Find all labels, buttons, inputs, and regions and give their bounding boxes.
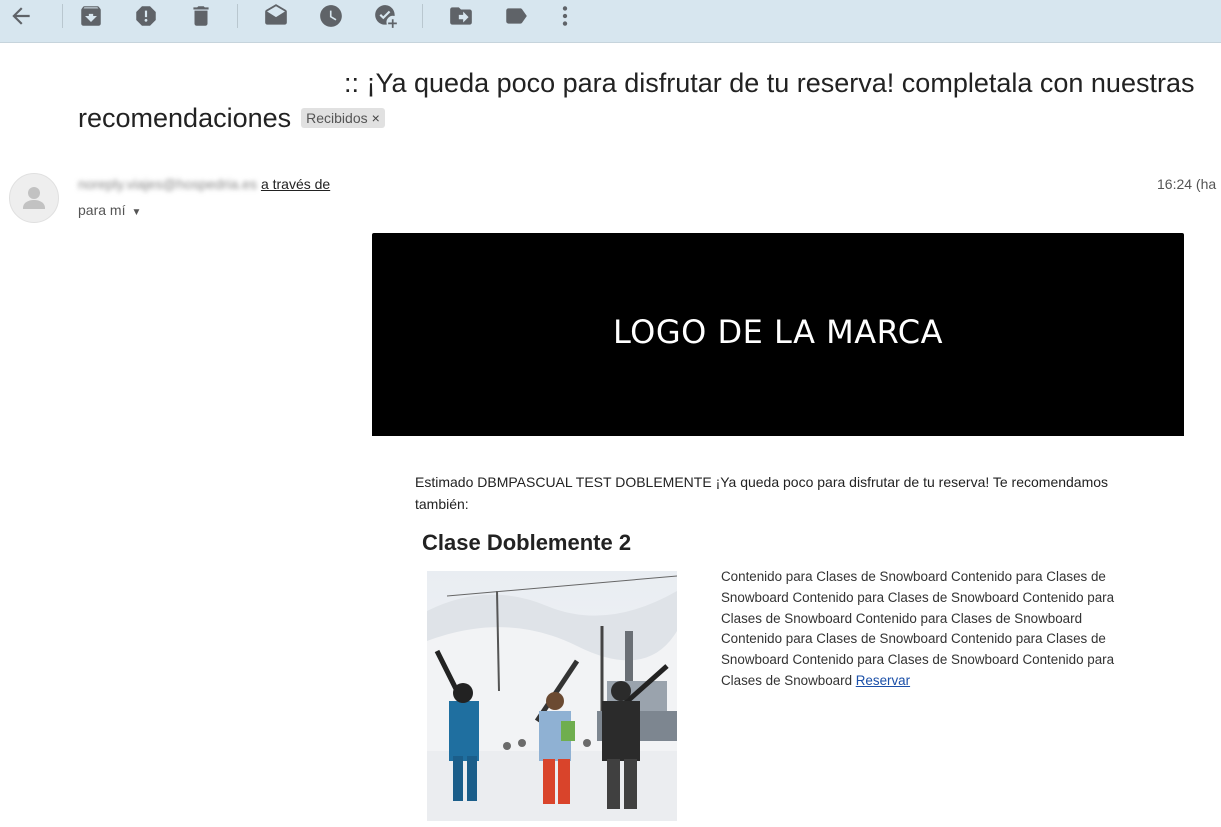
- toolbar-divider: [62, 4, 63, 28]
- report-spam-icon[interactable]: [133, 3, 159, 29]
- remove-label-icon[interactable]: ×: [372, 110, 380, 126]
- delete-icon[interactable]: [188, 3, 214, 29]
- greeting-text: Estimado DBMPASCUAL TEST DOBLEMENTE ¡Ya …: [415, 474, 1109, 512]
- reserve-link[interactable]: Reservar: [856, 673, 910, 688]
- inbox-label-text: Recibidos: [306, 110, 368, 126]
- chevron-down-icon[interactable]: ▼: [131, 207, 141, 218]
- class-photo: [427, 571, 677, 821]
- brand-logo-text: LOGO DE LA MARCA: [612, 313, 944, 351]
- class-title: Clase Doblemente 2: [422, 530, 632, 555]
- sender-avatar[interactable]: [9, 173, 59, 223]
- toolbar-divider: [422, 4, 423, 28]
- description-text: Contenido para Clases de Snowboard Conte…: [721, 569, 1115, 688]
- more-vert-icon[interactable]: [552, 3, 578, 29]
- recipient-line[interactable]: para mí ▼: [78, 202, 141, 218]
- toolbar: [0, 0, 1221, 43]
- recipient-text: para mí: [78, 202, 126, 218]
- brand-banner: LOGO DE LA MARCA: [372, 233, 1184, 436]
- toolbar-divider: [237, 4, 238, 28]
- via-link[interactable]: a través de: [261, 176, 330, 192]
- class-description: Contenido para Clases de Snowboard Conte…: [721, 567, 1131, 692]
- move-to-icon[interactable]: [448, 3, 474, 29]
- archive-icon[interactable]: [78, 3, 104, 29]
- message-time: 16:24 (ha: [1157, 176, 1217, 192]
- mark-unread-icon[interactable]: [263, 3, 289, 29]
- add-to-tasks-icon[interactable]: [373, 3, 399, 29]
- sender-line: noreply.viajes@hospedria.es a través de: [78, 176, 330, 192]
- sender-email[interactable]: noreply.viajes@hospedria.es: [78, 176, 257, 192]
- inbox-label-chip: Recibidos ×: [301, 108, 385, 128]
- person-icon: [23, 187, 45, 209]
- snooze-icon[interactable]: [318, 3, 344, 29]
- snow-skiers-image: [427, 571, 677, 821]
- subject-text: :: ¡Ya queda poco para disfrutar de tu r…: [78, 68, 1195, 133]
- email-subject: :: ¡Ya queda poco para disfrutar de tu r…: [78, 66, 1221, 136]
- back-arrow-icon[interactable]: [8, 3, 34, 29]
- labels-icon[interactable]: [503, 3, 529, 29]
